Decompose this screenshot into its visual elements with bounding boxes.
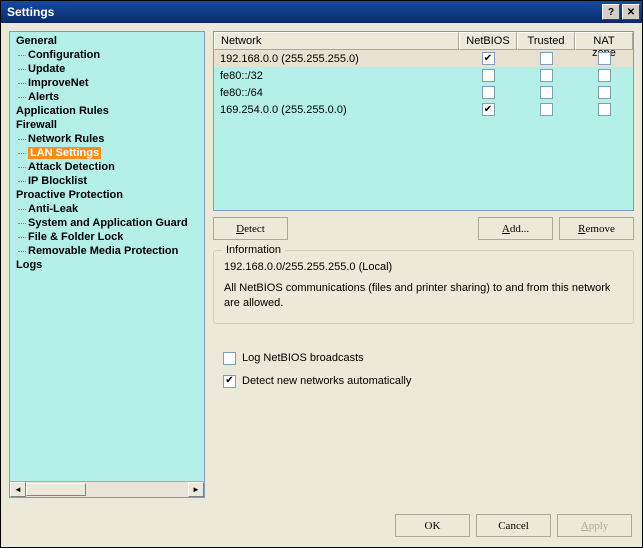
network-table: Network NetBIOS Trusted NAT zone 192.168…	[213, 31, 634, 211]
trusted-checkbox[interactable]	[540, 69, 553, 82]
ok-button[interactable]: OK	[395, 514, 470, 537]
tree-item-application-rules[interactable]: Application Rules	[10, 104, 204, 118]
scroll-thumb[interactable]	[26, 483, 86, 496]
col-trusted[interactable]: Trusted	[517, 32, 575, 50]
tree-item-general[interactable]: General	[10, 34, 204, 48]
info-title: Information	[222, 244, 285, 256]
window-title: Settings	[7, 5, 602, 19]
tree-item-proactive-protection[interactable]: Proactive Protection	[10, 188, 204, 202]
detect-networks-checkbox[interactable]: ✔	[223, 375, 236, 388]
tree-item-alerts[interactable]: Alerts	[10, 90, 204, 104]
settings-window: Settings ? ✕ GeneralConfigurationUpdateI…	[0, 0, 643, 548]
remove-button[interactable]: Remove	[559, 217, 634, 240]
natzone-checkbox[interactable]	[598, 86, 611, 99]
apply-button[interactable]: Apply	[557, 514, 632, 537]
trusted-checkbox[interactable]	[540, 52, 553, 65]
titlebar: Settings ? ✕	[1, 1, 642, 23]
detect-button[interactable]: Detect	[213, 217, 288, 240]
natzone-checkbox[interactable]	[598, 52, 611, 65]
trusted-checkbox[interactable]	[540, 86, 553, 99]
detect-networks-label: Detect new networks automatically	[242, 375, 411, 387]
natzone-checkbox[interactable]	[598, 103, 611, 116]
log-netbios-label: Log NetBIOS broadcasts	[242, 352, 364, 364]
netbios-checkbox[interactable]	[482, 69, 495, 82]
tree-item-update[interactable]: Update	[10, 62, 204, 76]
netbios-checkbox[interactable]	[482, 86, 495, 99]
help-button[interactable]: ?	[602, 4, 620, 20]
trusted-checkbox[interactable]	[540, 103, 553, 116]
info-network: 192.168.0.0/255.255.255.0 (Local)	[224, 261, 623, 273]
netbios-checkbox[interactable]: ✔	[482, 52, 495, 65]
close-button[interactable]: ✕	[622, 4, 640, 20]
table-row[interactable]: fe80::/32	[214, 67, 633, 84]
tree-item-anti-leak[interactable]: Anti-Leak	[10, 202, 204, 216]
tree-item-ip-blocklist[interactable]: IP Blocklist	[10, 174, 204, 188]
table-row[interactable]: fe80::/64	[214, 84, 633, 101]
log-netbios-checkbox[interactable]	[223, 352, 236, 365]
scroll-right-button[interactable]: ►	[188, 482, 204, 497]
cancel-button[interactable]: Cancel	[476, 514, 551, 537]
add-button[interactable]: Add...	[478, 217, 553, 240]
tree-item-lan-settings[interactable]: LAN Settings	[10, 146, 204, 160]
tree-item-removable-media-protection[interactable]: Removable Media Protection	[10, 244, 204, 258]
tree-item-configuration[interactable]: Configuration	[10, 48, 204, 62]
tree-item-system-and-application-guard[interactable]: System and Application Guard	[10, 216, 204, 230]
table-row[interactable]: 192.168.0.0 (255.255.255.0)✔	[214, 50, 633, 67]
dialog-footer: OK Cancel Apply	[1, 506, 642, 547]
tree-item-file-folder-lock[interactable]: File & Folder Lock	[10, 230, 204, 244]
information-group: Information 192.168.0.0/255.255.255.0 (L…	[213, 250, 634, 324]
nav-tree: GeneralConfigurationUpdateImproveNetAler…	[9, 31, 205, 498]
scroll-left-button[interactable]: ◄	[10, 482, 26, 497]
natzone-checkbox[interactable]	[598, 69, 611, 82]
col-netbios[interactable]: NetBIOS	[459, 32, 517, 50]
col-network[interactable]: Network	[214, 32, 459, 50]
tree-item-firewall[interactable]: Firewall	[10, 118, 204, 132]
info-description: All NetBIOS communications (files and pr…	[224, 281, 623, 311]
tree-item-attack-detection[interactable]: Attack Detection	[10, 160, 204, 174]
tree-item-improvenet[interactable]: ImproveNet	[10, 76, 204, 90]
table-row[interactable]: 169.254.0.0 (255.255.0.0)✔	[214, 101, 633, 118]
horizontal-scrollbar[interactable]: ◄ ►	[10, 481, 204, 497]
col-natzone[interactable]: NAT zone	[575, 32, 633, 50]
netbios-checkbox[interactable]: ✔	[482, 103, 495, 116]
tree-item-network-rules[interactable]: Network Rules	[10, 132, 204, 146]
tree-item-logs[interactable]: Logs	[10, 258, 204, 272]
